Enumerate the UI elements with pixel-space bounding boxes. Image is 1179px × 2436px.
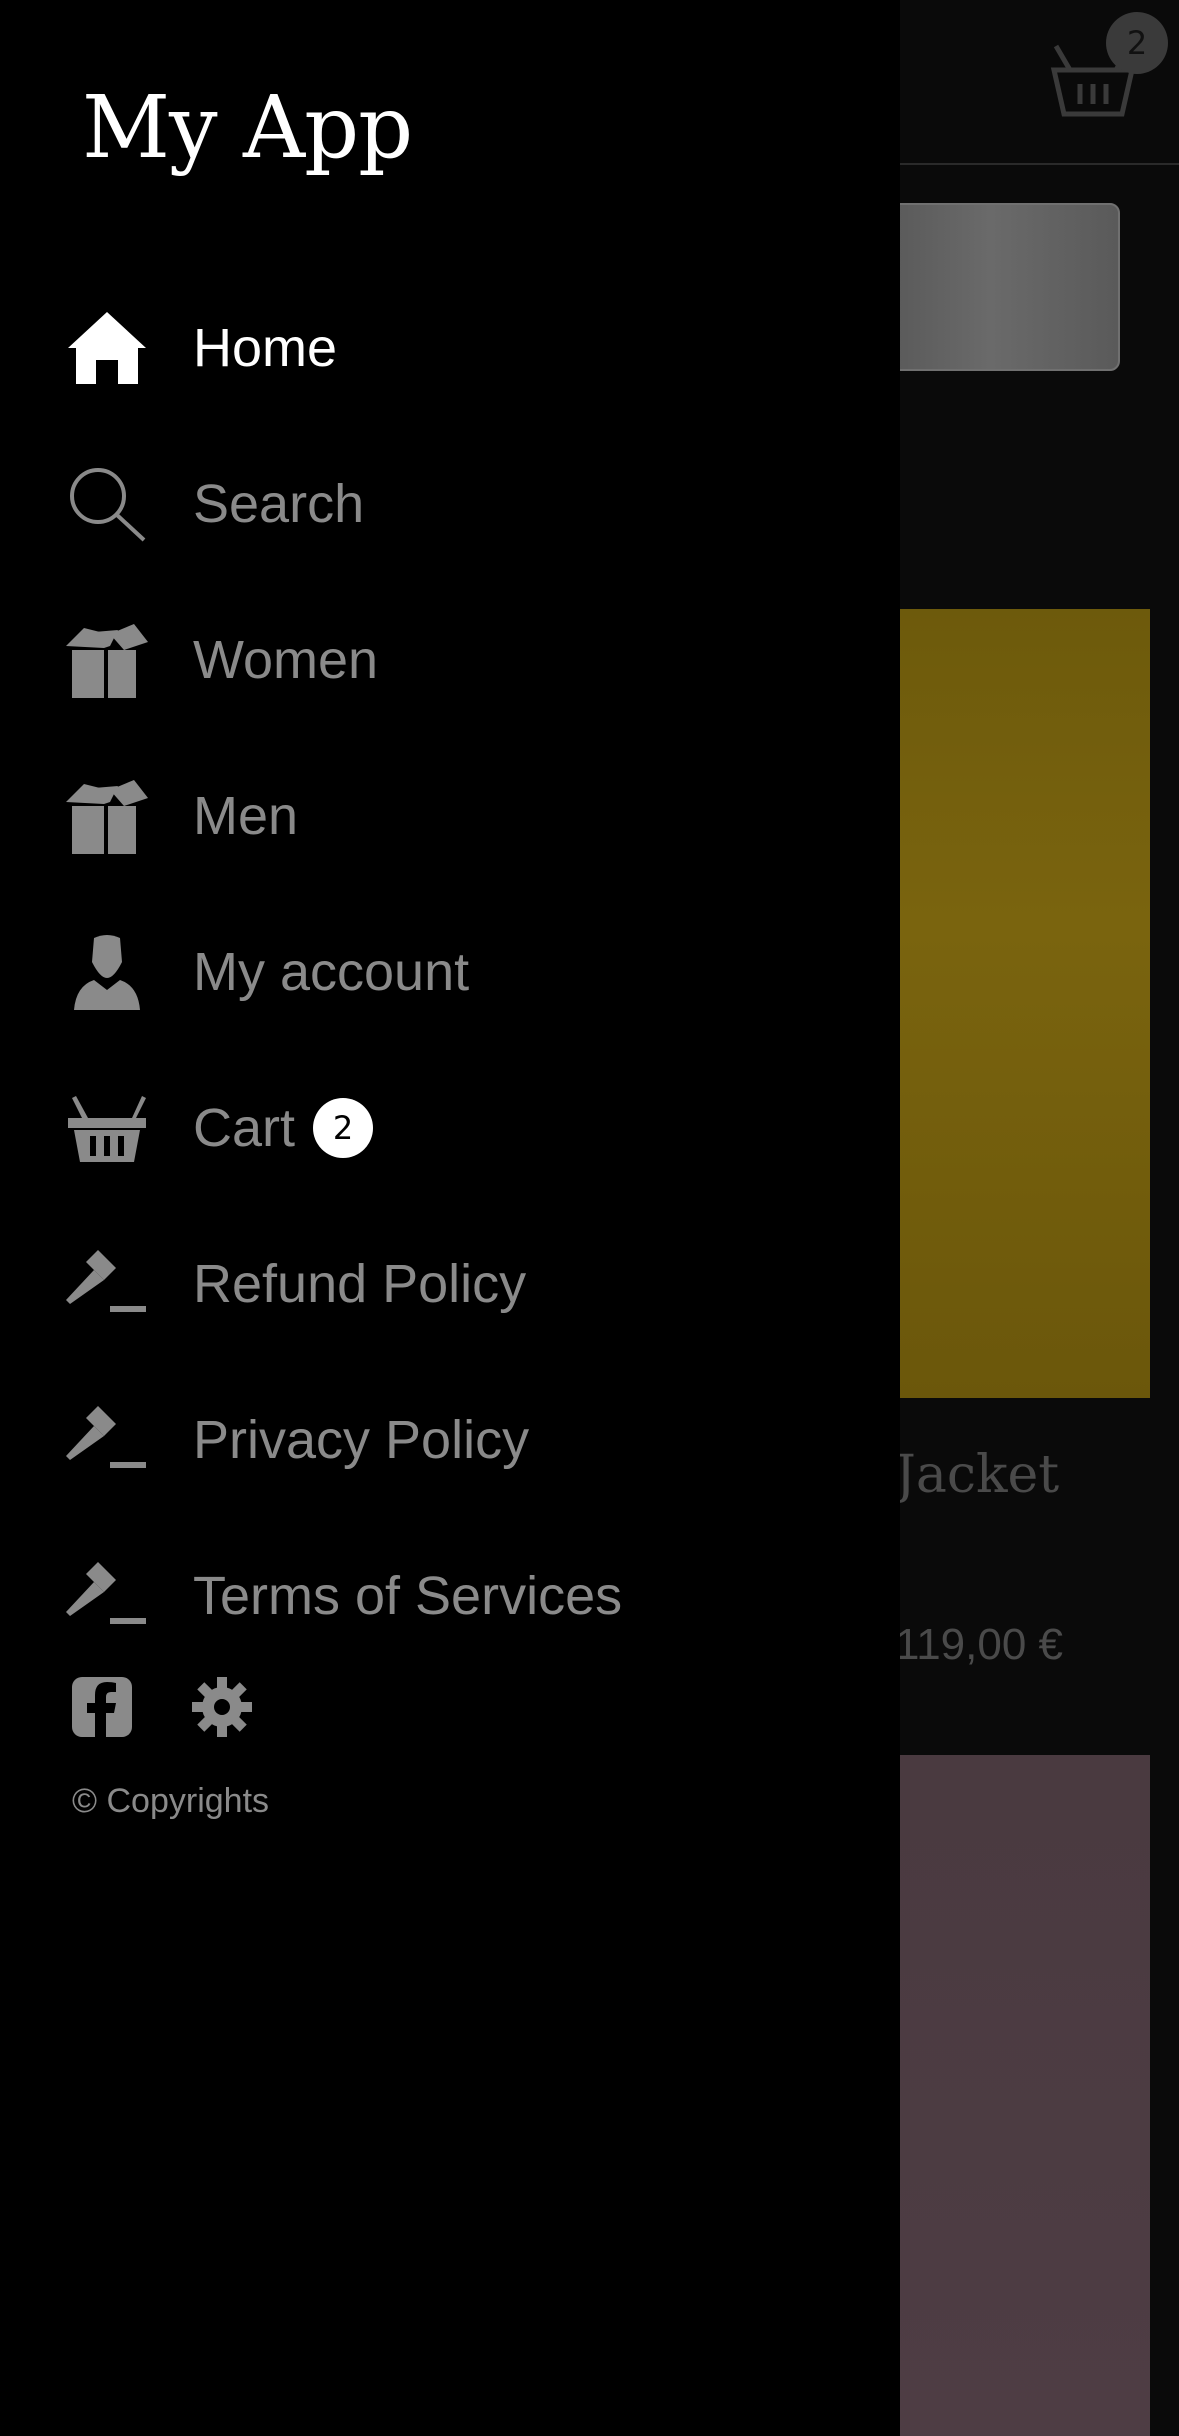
cart-label: Cart [193, 1098, 296, 1158]
gear-icon[interactable] [190, 1675, 254, 1739]
box-icon [62, 620, 152, 700]
app-title: My App [82, 78, 413, 178]
basket-icon [62, 1088, 152, 1168]
menu-item-home[interactable]: Home [0, 270, 900, 426]
gavel-icon [62, 1556, 152, 1636]
menu-item-label: Terms of Services [193, 1566, 623, 1626]
navigation-drawer: My App Home Search Women Men My account … [0, 0, 900, 2436]
menu-item-label: Privacy Policy [193, 1410, 530, 1470]
gavel-icon [62, 1400, 152, 1480]
footer-icons [70, 1675, 254, 1739]
drawer-menu: Home Search Women Men My account Cart 2 … [0, 270, 900, 1674]
menu-item-label: Home [193, 318, 338, 378]
header-cart-badge: 2 [1106, 12, 1168, 74]
box-icon [62, 776, 152, 856]
menu-item-search[interactable]: Search [0, 426, 900, 582]
menu-item-refund-policy[interactable]: Refund Policy [0, 1206, 900, 1362]
menu-item-my-account[interactable]: My account [0, 894, 900, 1050]
copyright-text: © Copyrights [72, 1782, 270, 1820]
menu-item-cart[interactable]: Cart 2 [0, 1050, 900, 1206]
menu-item-men[interactable]: Men [0, 738, 900, 894]
search-icon [62, 464, 152, 544]
menu-item-terms-of-services[interactable]: Terms of Services [0, 1518, 900, 1674]
gavel-icon [62, 1244, 152, 1324]
menu-item-women[interactable]: Women [0, 582, 900, 738]
facebook-icon[interactable] [70, 1675, 134, 1739]
menu-item-label: Women [193, 630, 379, 690]
menu-item-label: Men [193, 786, 299, 846]
menu-item-privacy-policy[interactable]: Privacy Policy [0, 1362, 900, 1518]
home-icon [62, 308, 152, 388]
product-price: 119,00 € [895, 1620, 1064, 1669]
menu-item-label: Cart 2 [193, 1097, 374, 1159]
product-image [880, 609, 1150, 1398]
user-icon [62, 932, 152, 1012]
menu-item-label: My account [193, 942, 470, 1002]
product-image [880, 1755, 1150, 2436]
product-title: Jacket [895, 1445, 1060, 1505]
header-divider [900, 163, 1179, 165]
cart-count-badge: 2 [313, 1098, 374, 1158]
menu-item-label: Search [193, 474, 365, 534]
menu-item-label: Refund Policy [193, 1254, 527, 1314]
